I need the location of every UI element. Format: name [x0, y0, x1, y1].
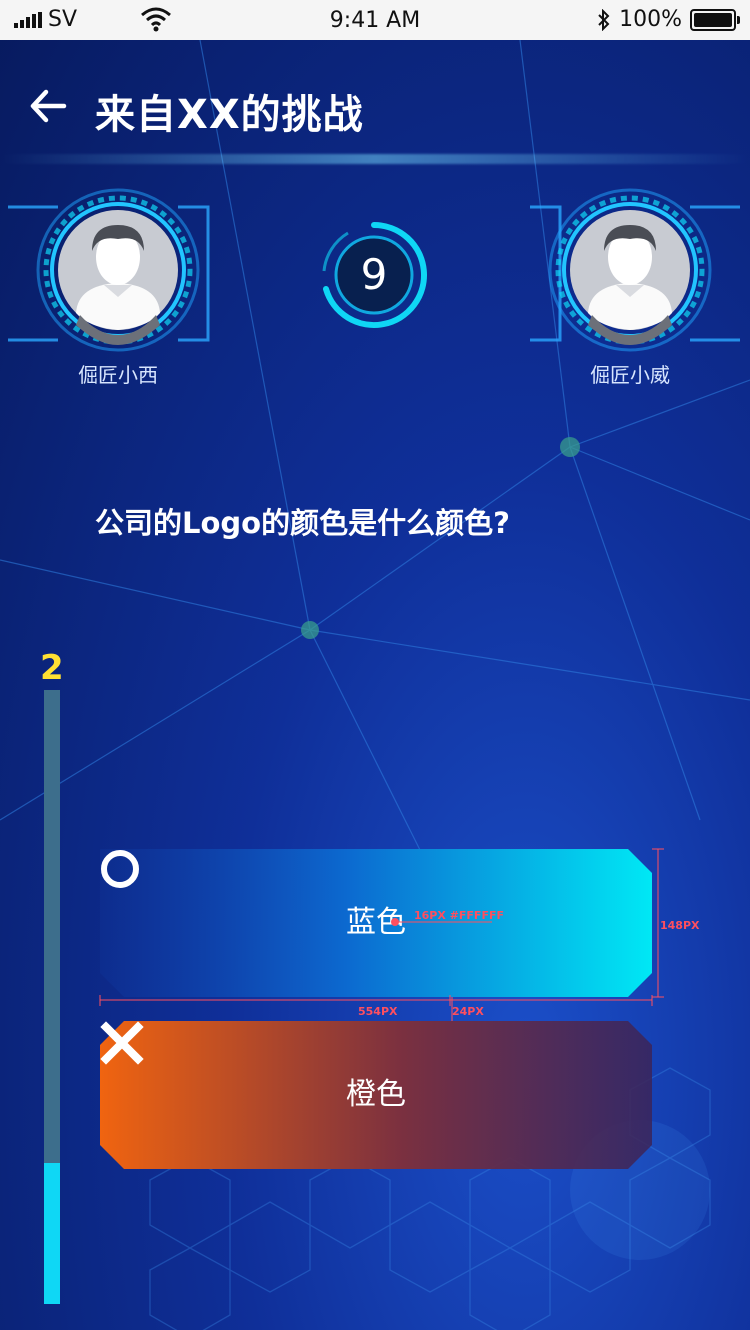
annotation-width: 554PX	[358, 1005, 398, 1018]
annotation-lines	[99, 848, 664, 1021]
annotation-font-spec: 16PX #FFFFFF	[414, 909, 504, 922]
annotation-height: 148PX	[660, 919, 700, 932]
annotation-corner: 24PX	[452, 1005, 484, 1018]
